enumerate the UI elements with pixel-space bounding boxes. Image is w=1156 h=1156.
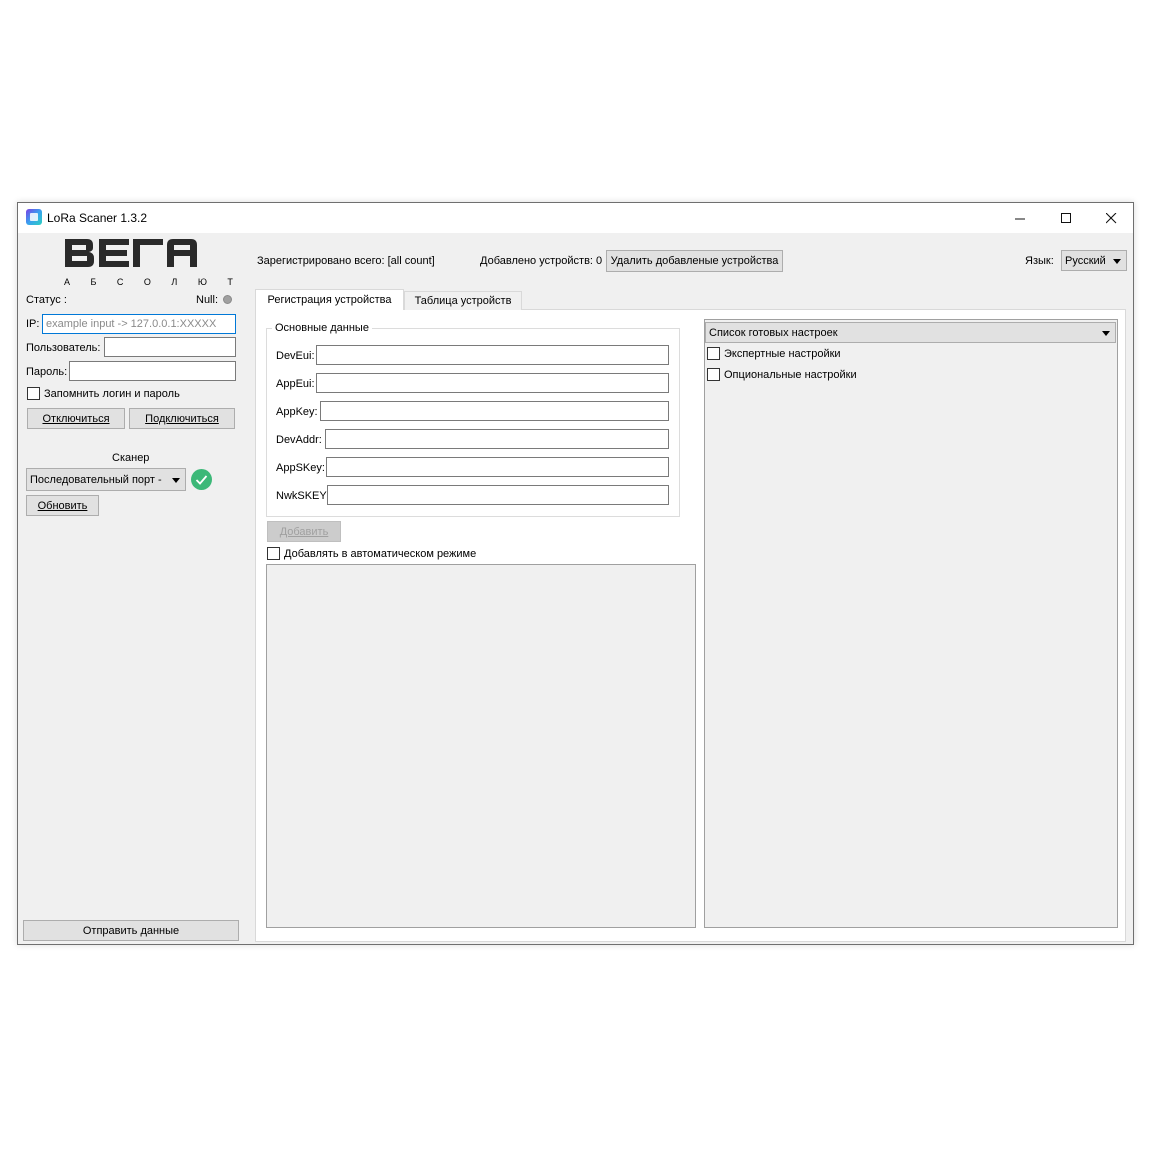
nwkskey-input[interactable] xyxy=(327,485,669,505)
port-select[interactable]: Последовательный порт - xyxy=(26,468,186,491)
connect-button[interactable]: Подключиться xyxy=(129,408,235,429)
logo-tagline: А Б С О Л Ю Т xyxy=(64,277,242,287)
appskey-label: AppSKey: xyxy=(276,462,325,474)
language-select[interactable]: Русский xyxy=(1061,250,1127,271)
added-count: Добавлено устройств: 0 xyxy=(480,255,603,267)
preset-select[interactable]: Список готовых настроек xyxy=(705,322,1116,343)
vega-logo: А Б С О Л Ю Т xyxy=(58,236,233,292)
minimize-button[interactable] xyxy=(997,203,1043,233)
appeui-label: AppEui: xyxy=(276,378,315,390)
chevron-down-icon xyxy=(1102,330,1110,336)
null-label: Null: xyxy=(196,294,219,306)
group-title: Основные данные xyxy=(272,322,372,334)
password-input[interactable] xyxy=(69,361,236,381)
close-button[interactable] xyxy=(1088,203,1134,233)
remember-label: Запомнить логин и пароль xyxy=(44,388,180,400)
user-label: Пользователь: xyxy=(26,342,101,354)
chevron-down-icon xyxy=(1113,258,1121,264)
deveui-label: DevEui: xyxy=(276,350,315,362)
deveui-input[interactable] xyxy=(316,345,669,365)
devaddr-label: DevAddr: xyxy=(276,434,322,446)
password-label: Пароль: xyxy=(26,366,68,378)
tab-device-table[interactable]: Таблица устройств xyxy=(404,291,522,310)
delete-added-button[interactable]: Удалить добавленые устройства xyxy=(606,250,783,272)
appkey-label: AppKey: xyxy=(276,406,318,418)
auto-add-checkbox[interactable] xyxy=(267,547,280,560)
port-select-value: Последовательный порт - xyxy=(30,473,162,486)
expert-settings-checkbox[interactable] xyxy=(707,347,720,360)
language-select-value: Русский xyxy=(1065,254,1106,267)
registered-count: Зарегистрировано всего: [all count] xyxy=(257,255,435,267)
tab-registration[interactable]: Регистрация устройства xyxy=(255,289,404,310)
window-title: LoRa Scaner 1.3.2 xyxy=(47,211,148,225)
auto-add-label: Добавлять в автоматическом режиме xyxy=(284,548,477,560)
app-window: LoRa Scaner 1.3.2 А Б С О Л Ю Т Статус :… xyxy=(17,202,1134,945)
title-bar[interactable]: LoRa Scaner 1.3.2 xyxy=(18,203,1133,233)
expert-settings-label: Экспертные настройки xyxy=(724,348,841,360)
appkey-input[interactable] xyxy=(320,401,669,421)
add-button[interactable]: Добавить xyxy=(267,521,341,542)
disconnect-button[interactable]: Отключиться xyxy=(27,408,125,429)
optional-settings-checkbox[interactable] xyxy=(707,368,720,381)
user-input[interactable] xyxy=(104,337,236,357)
language-label: Язык: xyxy=(1025,255,1054,267)
send-data-button[interactable]: Отправить данные xyxy=(23,920,239,941)
ip-placeholder: example input -> 127.0.0.1:XXXXX xyxy=(46,318,217,330)
preset-select-value: Список готовых настроек xyxy=(709,326,838,339)
check-icon xyxy=(191,469,212,490)
app-icon xyxy=(26,209,42,225)
maximize-icon xyxy=(1060,212,1071,223)
appskey-input[interactable] xyxy=(326,457,669,477)
refresh-button[interactable]: Обновить xyxy=(26,495,99,516)
nwkskey-label: NwkSKEY: xyxy=(276,490,330,502)
status-label: Статус : xyxy=(26,294,67,306)
ip-label: IP: xyxy=(26,318,40,330)
devaddr-input[interactable] xyxy=(325,429,669,449)
appeui-input[interactable] xyxy=(316,373,669,393)
log-area[interactable] xyxy=(266,564,696,928)
scanner-label: Сканер xyxy=(112,452,150,464)
maximize-button[interactable] xyxy=(1043,203,1089,233)
remember-checkbox[interactable] xyxy=(27,387,40,400)
connection-indicator xyxy=(223,295,232,304)
settings-panel xyxy=(704,319,1118,928)
chevron-down-icon xyxy=(172,477,180,483)
vega-logo-mark xyxy=(65,239,197,267)
minimize-icon xyxy=(1014,218,1025,219)
close-icon xyxy=(1105,212,1116,223)
ip-input[interactable]: example input -> 127.0.0.1:XXXXX xyxy=(42,314,236,334)
optional-settings-label: Опциональные настройки xyxy=(724,369,857,381)
